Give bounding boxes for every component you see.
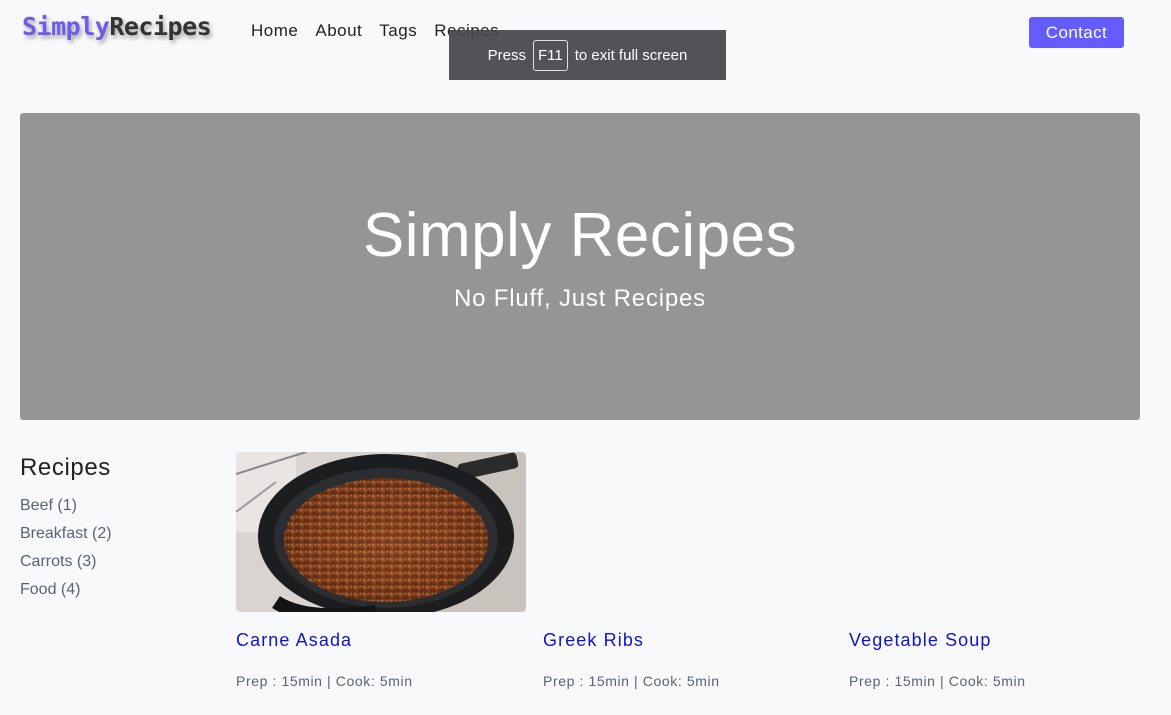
contact-button[interactable]: Contact	[1029, 17, 1124, 48]
logo-part-simply: Simply	[22, 12, 110, 41]
recipe-prep-cook-time: Prep : 15min | Cook: 5min	[236, 673, 413, 689]
fullscreen-notice-prefix: Press	[487, 46, 527, 64]
tag-link-beef[interactable]: Beef (1)	[20, 492, 112, 520]
recipe-title[interactable]: Carne Asada	[236, 630, 352, 651]
recipe-image[interactable]	[236, 452, 526, 612]
recipe-tags-sidebar: Recipes Beef (1) Breakfast (2) Carrots (…	[20, 454, 112, 604]
nav-link-home[interactable]: Home	[251, 21, 298, 41]
recipe-prep-cook-time: Prep : 15min | Cook: 5min	[543, 673, 720, 689]
recipe-card-greek-ribs[interactable]: Greek Ribs Prep : 15min | Cook: 5min	[543, 452, 833, 689]
hero-banner: Simply Recipes No Fluff, Just Recipes	[20, 113, 1140, 420]
f11-key-badge: F11	[533, 39, 568, 71]
hero-title: Simply Recipes	[362, 201, 798, 270]
fullscreen-notice-suffix: to exit full screen	[574, 46, 688, 64]
skillet-meat-photo	[236, 452, 526, 612]
nav-link-about[interactable]: About	[315, 21, 362, 41]
recipe-title[interactable]: Greek Ribs	[543, 630, 644, 651]
sidebar-heading: Recipes	[20, 454, 111, 481]
recipe-image-placeholder[interactable]	[849, 452, 1139, 612]
tag-link-breakfast[interactable]: Breakfast (2)	[20, 520, 112, 548]
site-logo[interactable]: SimplyRecipes	[22, 12, 212, 41]
recipe-card-carne-asada[interactable]: Carne Asada Prep : 15min | Cook: 5min	[236, 452, 526, 689]
recipe-title[interactable]: Vegetable Soup	[849, 630, 992, 651]
tag-link-food[interactable]: Food (4)	[20, 576, 112, 604]
nav-link-tags[interactable]: Tags	[379, 21, 417, 41]
recipe-image-placeholder[interactable]	[543, 452, 833, 612]
logo-part-recipes: Recipes	[109, 12, 212, 41]
hero-subtitle: No Fluff, Just Recipes	[454, 285, 706, 312]
fullscreen-exit-notice: Press F11 to exit full screen	[449, 30, 726, 80]
page: SimplyRecipes Home About Tags Recipes Co…	[0, 0, 1171, 715]
recipe-card-vegetable-soup[interactable]: Vegetable Soup Prep : 15min | Cook: 5min	[849, 452, 1139, 689]
tag-link-carrots[interactable]: Carrots (3)	[20, 548, 112, 576]
recipe-prep-cook-time: Prep : 15min | Cook: 5min	[849, 673, 1026, 689]
